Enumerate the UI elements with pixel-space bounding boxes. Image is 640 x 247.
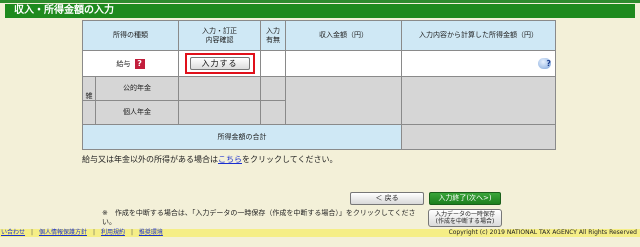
misc-label: 雑 (83, 91, 96, 124)
public-pension-cell: 公的年金 (82, 76, 179, 101)
other-income-link[interactable]: こちら (218, 155, 242, 164)
private-pension-status (260, 100, 286, 125)
header-input-confirm: 入力・訂正 内容確認 (178, 20, 261, 51)
note-text-after: をクリックしてください。 (242, 155, 338, 164)
section-title: 収入・所得金額の入力 (5, 4, 635, 18)
table-row-salary: 給与 ? 入力する ? (82, 50, 556, 77)
header-income-amount: 収入金額（円） (285, 20, 402, 51)
finish-input-button[interactable]: 入力終了(次へ>) (429, 192, 501, 205)
salary-income-amount (285, 50, 402, 77)
public-pension-label: 公的年金 (123, 84, 151, 92)
public-pension-input (178, 76, 261, 101)
save-note: ※ 作成を中断する場合は、「入力データの一時保存（作成を中断する場合）」をクリッ… (102, 209, 416, 226)
input-button[interactable]: 入力する (189, 57, 250, 70)
footer-link-privacy[interactable]: 個人情報保護方針 (39, 229, 87, 236)
footer-separator: | (130, 229, 133, 236)
income-table: 所得の種類 入力・訂正 内容確認 入力 有無 収入金額（円） 入力内容から計算し… (82, 20, 556, 150)
misc-computed-income (401, 76, 556, 125)
top-bar (0, 0, 640, 3)
public-pension-status (260, 76, 286, 101)
private-pension-label: 個人年金 (123, 108, 151, 116)
save-button-line1: 入力データの一時保存 (434, 211, 495, 218)
help-bubble-icon[interactable]: ? (538, 58, 551, 69)
help-icon[interactable]: ? (134, 58, 145, 69)
table-row-public-pension: 公的年金 (82, 76, 556, 125)
footer-link-terms[interactable]: 利用規約 (101, 229, 125, 236)
copyright: Copyright (c) 2019 NATIONAL TAX AGENCY A… (448, 229, 637, 236)
input-button-highlight: 入力する (184, 53, 255, 74)
total-label: 所得金額の合計 (82, 124, 402, 150)
other-income-note: 給与又は年金以外の所得がある場合はこちらをクリックしてください。 (82, 154, 338, 165)
input-button-cell: 入力する (178, 50, 261, 77)
save-button-line2: (作成を中断する場合) (435, 218, 495, 225)
private-pension-input (178, 100, 261, 125)
total-value (401, 124, 556, 150)
salary-input-status (260, 50, 286, 77)
note-text-before: 給与又は年金以外の所得がある場合は (82, 155, 218, 164)
public-pension-amount (285, 76, 402, 125)
footer-link-environment[interactable]: 推奨環境 (139, 229, 163, 236)
back-button[interactable]: ＜ 戻る (350, 192, 424, 205)
table-row-total: 所得金額の合計 (82, 124, 556, 150)
salary-computed-income: ? (401, 50, 556, 77)
salary-cell: 給与 ? (82, 50, 179, 77)
salary-label: 給与 (116, 59, 131, 68)
header-input-status: 入力 有無 (260, 20, 286, 51)
header-computed-income: 入力内容から計算した所得金額（円） (401, 20, 556, 51)
footer-separator: | (31, 229, 34, 236)
private-pension-cell: 雑 個人年金 (82, 91, 179, 125)
footer-separator: | (92, 229, 96, 236)
footer: い合わせ | 個人情報保護方針 | 利用規約 | 推奨環境 Copyright (c)… (0, 229, 640, 237)
header-income-type: 所得の種類 (82, 20, 179, 51)
temporary-save-button[interactable]: 入力データの一時保存 (作成を中断する場合) (428, 209, 502, 227)
footer-link-inquiry[interactable]: い合わせ (1, 229, 25, 236)
